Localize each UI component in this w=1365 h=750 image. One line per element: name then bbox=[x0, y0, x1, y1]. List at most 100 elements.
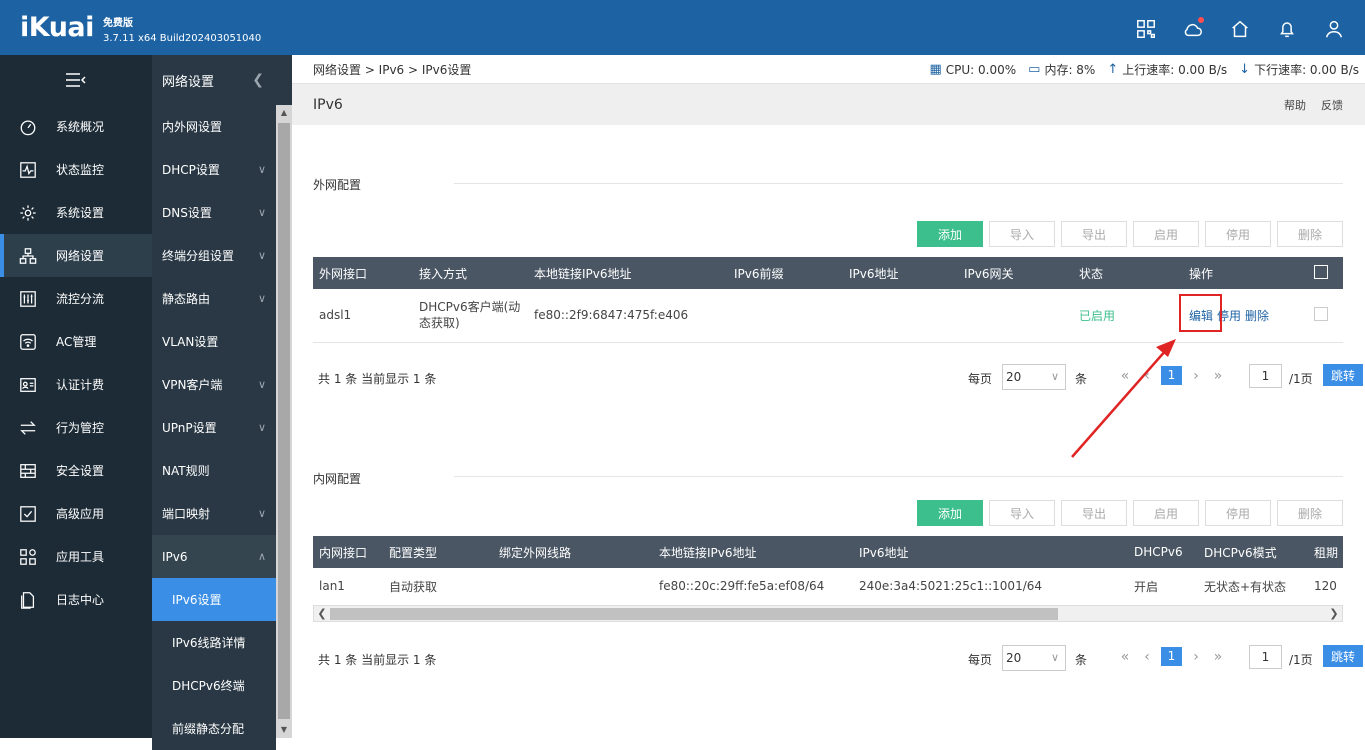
subnav-item-vlan[interactable]: VLAN设置 bbox=[152, 320, 276, 363]
lan-export-button[interactable]: 导出 bbox=[1061, 500, 1127, 526]
bell-icon[interactable] bbox=[1274, 16, 1300, 42]
sidebar-item-label: 网络设置 bbox=[56, 249, 105, 263]
subnav-item-label: DNS设置 bbox=[162, 206, 212, 220]
next-page-icon[interactable]: › bbox=[1185, 649, 1207, 665]
chevron-down-icon: ∨ bbox=[257, 163, 266, 176]
cloud-icon[interactable] bbox=[1180, 16, 1206, 42]
help-link[interactable]: 帮助 bbox=[1284, 97, 1306, 113]
page-size-select[interactable]: 20 ∨ bbox=[1002, 645, 1066, 671]
access-mode-cell: DHCPv6客户端(动态获取) bbox=[413, 289, 528, 343]
scrollbar-thumb[interactable] bbox=[330, 608, 1058, 620]
column-header: 配置类型 bbox=[389, 545, 438, 560]
prev-page-icon[interactable]: ‹ bbox=[1136, 368, 1158, 384]
sidebar-item-behavior[interactable]: 行为管控 bbox=[0, 406, 152, 449]
subnav-scrollbar[interactable]: ▲ ▼ bbox=[276, 105, 292, 738]
sidebar-item-label: 认证计费 bbox=[56, 378, 105, 392]
sidebar-item-monitor[interactable]: 状态监控 bbox=[0, 148, 152, 191]
sidebar-item-tools[interactable]: 应用工具 bbox=[0, 535, 152, 578]
lan-import-button[interactable]: 导入 bbox=[989, 500, 1055, 526]
feedback-link[interactable]: 反馈 bbox=[1321, 97, 1343, 113]
qr-icon[interactable] bbox=[1133, 16, 1159, 42]
chevron-down-icon: ∨ bbox=[257, 507, 266, 520]
row-checkbox[interactable] bbox=[1313, 306, 1328, 321]
wan-disable-button[interactable]: 停用 bbox=[1205, 221, 1271, 247]
last-page-icon[interactable]: » bbox=[1207, 649, 1229, 665]
first-page-icon[interactable]: « bbox=[1114, 368, 1136, 384]
bound-wan-cell bbox=[493, 568, 653, 606]
sidebar-item-system-settings[interactable]: 系统设置 bbox=[0, 191, 152, 234]
scroll-left-icon[interactable]: ❮ bbox=[314, 606, 330, 621]
download-rate: 下行速率: 0.00 B/s bbox=[1254, 63, 1359, 77]
page-number-input[interactable]: 1 bbox=[1249, 364, 1282, 388]
sidebar-item-network[interactable]: 网络设置 bbox=[0, 234, 152, 277]
home-icon[interactable] bbox=[1227, 16, 1253, 42]
edit-highlight-box bbox=[1179, 294, 1222, 332]
page-title-bar: IPv6 帮助 反馈 bbox=[292, 83, 1365, 125]
chevron-down-icon: ∨ bbox=[257, 206, 266, 219]
subnav-child-prefix-static[interactable]: 前缀静态分配 bbox=[152, 707, 276, 750]
sidebar-item-auth[interactable]: 认证计费 bbox=[0, 363, 152, 406]
column-header: IPv6地址 bbox=[859, 545, 909, 560]
next-page-icon[interactable]: › bbox=[1185, 368, 1207, 384]
user-icon[interactable] bbox=[1321, 16, 1347, 42]
subnav-child-ipv6-settings[interactable]: IPv6设置 bbox=[152, 578, 276, 621]
subnav-item-dhcp[interactable]: DHCP设置 ∨ bbox=[152, 148, 276, 191]
lan-table: 内网接口 配置类型 绑定外网线路 本地链接IPv6地址 IPv6地址 DHCPv… bbox=[313, 536, 1343, 606]
wan-add-button[interactable]: 添加 bbox=[917, 221, 983, 247]
wan-pagination: 共 1 条 当前显示 1 条 每页 20 ∨ 条 « ‹ 1 › » 1 /1页 … bbox=[313, 364, 1363, 390]
page-size-select[interactable]: 20 ∨ bbox=[1002, 364, 1066, 390]
sidebar-item-overview[interactable]: 系统概况 bbox=[0, 105, 152, 148]
sidebar-item-security[interactable]: 安全设置 bbox=[0, 449, 152, 492]
delete-link[interactable]: 删除 bbox=[1245, 309, 1269, 323]
prev-page-icon[interactable]: ‹ bbox=[1136, 649, 1158, 665]
scrollbar-thumb[interactable] bbox=[278, 123, 290, 719]
lan-add-button[interactable]: 添加 bbox=[917, 500, 983, 526]
wan-import-button[interactable]: 导入 bbox=[989, 221, 1055, 247]
subnav-item-vpn-client[interactable]: VPN客户端 ∨ bbox=[152, 363, 276, 406]
local-link-ipv6-cell: fe80::20c:29ff:fe5a:ef08/64 bbox=[653, 568, 853, 606]
subnav-item-port-mapping[interactable]: 端口映射 ∨ bbox=[152, 492, 276, 535]
scroll-down-icon[interactable]: ▼ bbox=[276, 722, 292, 738]
lan-delete-button[interactable]: 删除 bbox=[1277, 500, 1343, 526]
select-all-checkbox[interactable] bbox=[1313, 264, 1328, 279]
horizontal-scrollbar[interactable]: ❮ ❯ bbox=[313, 605, 1343, 622]
wan-toolbar: 添加 导入 导出 启用 停用 删除 bbox=[917, 221, 1343, 247]
wan-delete-button[interactable]: 删除 bbox=[1277, 221, 1343, 247]
sidebar-item-logs[interactable]: 日志中心 bbox=[0, 578, 152, 621]
wan-enable-button[interactable]: 启用 bbox=[1133, 221, 1199, 247]
jump-button[interactable]: 跳转 bbox=[1323, 364, 1363, 386]
monitor-icon bbox=[18, 160, 38, 180]
cpu-icon: ▦ bbox=[929, 62, 942, 77]
scroll-right-icon[interactable]: ❯ bbox=[1326, 606, 1342, 621]
dhcpv6-mode-cell: 无状态+有状态 bbox=[1198, 568, 1308, 606]
subnav-item-ipv6[interactable]: IPv6 ∧ bbox=[152, 535, 276, 578]
last-page-icon[interactable]: » bbox=[1207, 368, 1229, 384]
lan-disable-button[interactable]: 停用 bbox=[1205, 500, 1271, 526]
first-page-icon[interactable]: « bbox=[1114, 649, 1136, 665]
subnav-child-dhcpv6-terminals[interactable]: DHCPv6终端 bbox=[152, 664, 276, 707]
page-number-input[interactable]: 1 bbox=[1249, 645, 1282, 669]
current-page-button[interactable]: 1 bbox=[1161, 366, 1182, 385]
subnav-item-nat[interactable]: NAT规则 bbox=[152, 449, 276, 492]
column-header: 本地链接IPv6地址 bbox=[659, 545, 757, 560]
wan-export-button[interactable]: 导出 bbox=[1061, 221, 1127, 247]
subnav-item-dns[interactable]: DNS设置 ∨ bbox=[152, 191, 276, 234]
subnav-child-ipv6-line-details[interactable]: IPv6线路详情 bbox=[152, 621, 276, 664]
lan-section-title: 内网配置 bbox=[313, 472, 362, 486]
collapse-left-icon[interactable]: ❮ bbox=[252, 72, 264, 88]
lan-enable-button[interactable]: 启用 bbox=[1133, 500, 1199, 526]
current-page-button[interactable]: 1 bbox=[1161, 647, 1182, 666]
sidebar-item-ac[interactable]: AC管理 bbox=[0, 320, 152, 363]
scroll-up-icon[interactable]: ▲ bbox=[276, 105, 292, 121]
subnav-item-wan-lan[interactable]: 内外网设置 bbox=[152, 105, 276, 148]
subnav-item-upnp[interactable]: UPnP设置 ∨ bbox=[152, 406, 276, 449]
sidebar-item-flow-control[interactable]: 流控分流 bbox=[0, 277, 152, 320]
subnav-item-static-route[interactable]: 静态路由 ∨ bbox=[152, 277, 276, 320]
subnav-item-terminal-group[interactable]: 终端分组设置 ∨ bbox=[152, 234, 276, 277]
jump-button[interactable]: 跳转 bbox=[1323, 645, 1363, 667]
subnav-item-label: 内外网设置 bbox=[162, 120, 223, 134]
sidebar-item-advanced[interactable]: 高级应用 bbox=[0, 492, 152, 535]
tools-icon bbox=[18, 547, 38, 567]
subnav-item-label: 端口映射 bbox=[162, 507, 211, 521]
menu-toggle-icon[interactable] bbox=[0, 55, 152, 105]
